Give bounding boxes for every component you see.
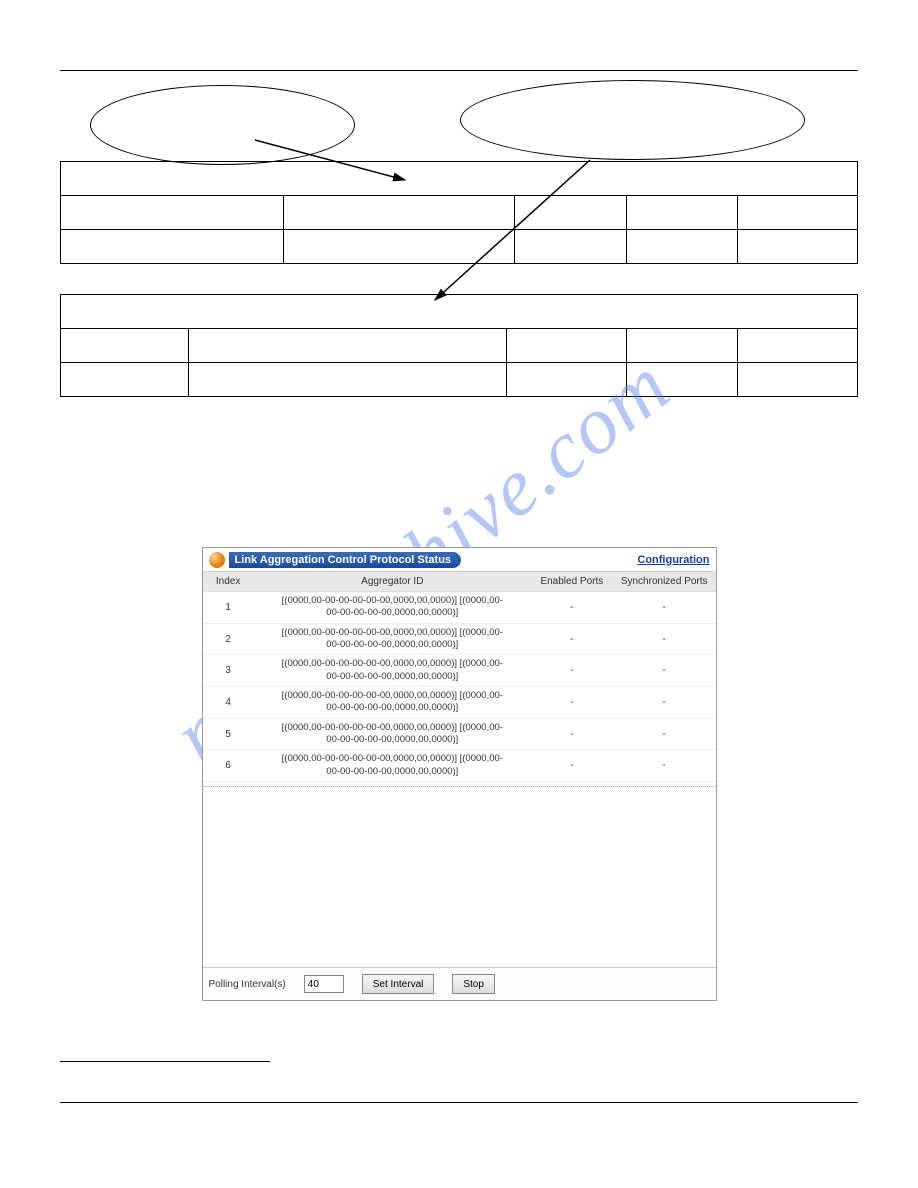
cell-aggregator-id: [(0000,00-00-00-00-00-00,0000,00,0000)] … [254, 623, 531, 655]
cell-aggregator-id: [(0000,00-00-00-00-00-00,0000,00,0000)] … [254, 687, 531, 719]
short-underline [60, 1061, 270, 1062]
set-interval-button[interactable]: Set Interval [362, 974, 435, 994]
table-row: 3[(0000,00-00-00-00-00-00,0000,00,0000)]… [203, 655, 716, 687]
stop-button[interactable]: Stop [452, 974, 495, 994]
lacp-status-panel: Link Aggregation Control Protocol Status… [202, 547, 717, 1001]
table2-c0 [61, 329, 189, 363]
cell-synchronized-ports: - [613, 718, 716, 750]
cell-index: 2 [203, 623, 254, 655]
table1-header [61, 162, 858, 196]
cell-enabled-ports: - [531, 718, 613, 750]
table1-c1 [284, 196, 515, 230]
cell-enabled-ports: - [531, 623, 613, 655]
bottom-toolbar: Polling Interval(s) Set Interval Stop [203, 967, 716, 1000]
cell-aggregator-id: [(0000,00-00-00-00-00-00,0000,00,0000)] … [254, 655, 531, 687]
cell-synchronized-ports: - [613, 623, 716, 655]
table-row: 5[(0000,00-00-00-00-00-00,0000,00,0000)]… [203, 718, 716, 750]
cell-synchronized-ports: - [613, 592, 716, 624]
top-horizontal-rule [60, 70, 858, 71]
callout-ellipse-right [460, 80, 805, 160]
table1-c0 [61, 196, 284, 230]
orb-icon [209, 552, 225, 568]
configuration-link[interactable]: Configuration [637, 554, 709, 566]
cell-index: 1 [203, 592, 254, 624]
panel-spacer [203, 787, 716, 967]
table2-c1 [188, 329, 507, 363]
col-index: Index [203, 572, 254, 592]
cell-synchronized-ports: - [613, 655, 716, 687]
cell-enabled-ports: - [531, 750, 613, 782]
table-row: 6[(0000,00-00-00-00-00-00,0000,00,0000)]… [203, 750, 716, 782]
col-enabled-ports: Enabled Ports [531, 572, 613, 592]
table2-c4 [738, 329, 858, 363]
panel-header: Link Aggregation Control Protocol Status… [203, 548, 716, 572]
cell-aggregator-id: [(0000,00-00-00-00-00-00,0000,00,0000)] … [254, 592, 531, 624]
cell-index: 5 [203, 718, 254, 750]
cell-synchronized-ports: - [613, 750, 716, 782]
table2-c2 [507, 329, 627, 363]
cell-index: 4 [203, 687, 254, 719]
cell-index: 3 [203, 655, 254, 687]
table2-c3 [626, 329, 738, 363]
polling-interval-label: Polling Interval(s) [209, 979, 286, 990]
cell-enabled-ports: - [531, 592, 613, 624]
callout-ellipse-left [90, 85, 355, 165]
col-aggregator-id: Aggregator ID [254, 572, 531, 592]
table1-c2 [515, 196, 627, 230]
lacp-table: Index Aggregator ID Enabled Ports Synchr… [203, 572, 716, 782]
cell-synchronized-ports: - [613, 687, 716, 719]
table-row: 1[(0000,00-00-00-00-00-00,0000,00,0000)]… [203, 592, 716, 624]
cell-aggregator-id: [(0000,00-00-00-00-00-00,0000,00,0000)] … [254, 750, 531, 782]
table1-c3 [626, 196, 738, 230]
panel-title: Link Aggregation Control Protocol Status [229, 552, 462, 568]
table1-c4 [738, 196, 858, 230]
cell-enabled-ports: - [531, 687, 613, 719]
col-synchronized-ports: Synchronized Ports [613, 572, 716, 592]
table-row: 4[(0000,00-00-00-00-00-00,0000,00,0000)]… [203, 687, 716, 719]
diagram-table-2 [60, 294, 858, 397]
cell-enabled-ports: - [531, 655, 613, 687]
bottom-horizontal-rule [60, 1102, 858, 1103]
table-row: 2[(0000,00-00-00-00-00-00,0000,00,0000)]… [203, 623, 716, 655]
cell-index: 6 [203, 750, 254, 782]
table2-header [61, 295, 858, 329]
diagram-table-1 [60, 161, 858, 264]
cell-aggregator-id: [(0000,00-00-00-00-00-00,0000,00,0000)] … [254, 718, 531, 750]
polling-interval-input[interactable] [304, 975, 344, 993]
